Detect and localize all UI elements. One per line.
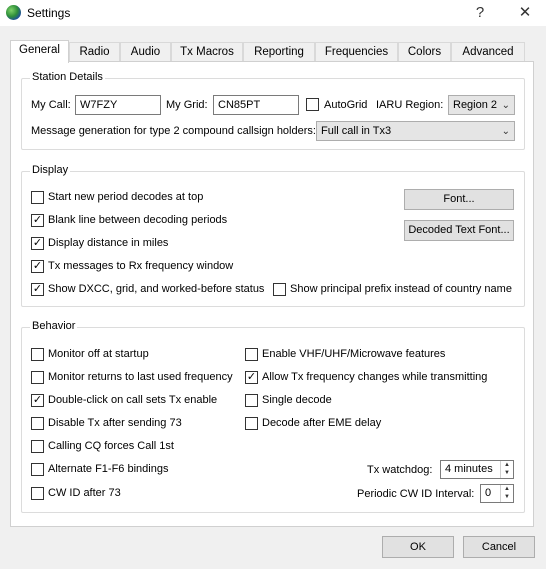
spin-arrows-icon[interactable]: ▲ ▼ [500,461,513,478]
cw-id-after-73-label: CW ID after 73 [48,487,121,499]
help-icon[interactable]: ? [466,2,494,24]
ok-button[interactable]: OK [382,536,454,558]
tx-watchdog-value: 4 minutes [445,463,493,475]
disable-tx-73-label: Disable Tx after sending 73 [48,417,182,429]
allow-tx-freq-checkbox[interactable]: ✓ [245,371,258,384]
cw-id-interval-label: Periodic CW ID Interval: [357,488,475,500]
autogrid-label: AutoGrid [324,99,368,111]
iaru-region-value: Region 2 [453,99,498,111]
tab-colors[interactable]: Colors [398,42,451,62]
tx-to-rx-checkbox[interactable]: ✓ [31,260,44,273]
msg-gen-value: Full call in Tx3 [321,125,392,137]
msg-gen-select[interactable]: Full call in Tx3 ⌄ [316,121,515,141]
display-group: Display Start new period decodes at top … [21,164,525,307]
font-button[interactable]: Font... [404,189,514,210]
decoded-text-font-button[interactable]: Decoded Text Font... [404,220,514,241]
decode-eme-checkbox[interactable] [245,417,258,430]
double-click-tx-label: Double-click on call sets Tx enable [48,394,218,406]
display-title: Display [30,164,71,176]
tab-general[interactable]: General [10,40,69,63]
behavior-title: Behavior [30,320,78,332]
allow-tx-freq-label: Allow Tx frequency changes while transmi… [262,371,488,383]
cancel-button[interactable]: Cancel [463,536,535,558]
tab-advanced[interactable]: Advanced [451,42,525,62]
disable-tx-73-checkbox[interactable] [31,417,44,430]
window-title: Settings [27,6,71,20]
single-decode-checkbox[interactable] [245,394,258,407]
blank-line-label: Blank line between decoding periods [48,214,228,226]
monitor-returns-label: Monitor returns to last used frequency [48,371,233,383]
chevron-down-icon: ⌄ [501,126,510,137]
general-tab-panel: Station Details My Call: W7FZY My Grid: … [10,61,534,527]
my-grid-field[interactable]: CN85PT [213,95,299,115]
distance-miles-label: Display distance in miles [48,237,169,249]
autogrid-checkbox[interactable] [306,98,319,111]
principal-prefix-label: Show principal prefix instead of country… [290,283,512,295]
behavior-group: Behavior Monitor off at startup Monitor … [21,320,525,513]
station-details-title: Station Details [30,71,105,83]
app-globe-icon [6,5,21,20]
tx-watchdog-label: Tx watchdog: [367,464,433,476]
monitor-off-checkbox[interactable] [31,348,44,361]
cw-id-interval-spinbox[interactable]: 0 ▲ ▼ [480,484,514,503]
alternate-f1-f6-checkbox[interactable] [31,463,44,476]
spin-arrows-icon[interactable]: ▲ ▼ [500,485,513,502]
iaru-region-label: IARU Region: [376,99,444,111]
tab-radio[interactable]: Radio [69,42,120,62]
iaru-region-select[interactable]: Region 2 ⌄ [448,95,515,115]
vhf-uhf-label: Enable VHF/UHF/Microwave features [262,348,446,360]
msg-gen-label: Message generation for type 2 compound c… [31,125,316,137]
cw-id-after-73-checkbox[interactable] [31,487,44,500]
monitor-off-label: Monitor off at startup [48,348,149,360]
my-call-field[interactable]: W7FZY [75,95,161,115]
monitor-returns-checkbox[interactable] [31,371,44,384]
tab-reporting[interactable]: Reporting [243,42,315,62]
start-new-period-checkbox[interactable] [31,191,44,204]
start-new-period-label: Start new period decodes at top [48,191,204,203]
calling-cq-checkbox[interactable] [31,440,44,453]
calling-cq-label: Calling CQ forces Call 1st [48,440,174,452]
single-decode-label: Single decode [262,394,332,406]
vhf-uhf-checkbox[interactable] [245,348,258,361]
show-dxcc-checkbox[interactable]: ✓ [31,283,44,296]
double-click-tx-checkbox[interactable]: ✓ [31,394,44,407]
blank-line-checkbox[interactable]: ✓ [31,214,44,227]
tx-watchdog-spinbox[interactable]: 4 minutes ▲ ▼ [440,460,514,479]
my-grid-label: My Grid: [166,99,208,111]
distance-miles-checkbox[interactable]: ✓ [31,237,44,250]
decode-eme-label: Decode after EME delay [262,417,382,429]
station-details-group: Station Details My Call: W7FZY My Grid: … [21,71,525,150]
alternate-f1-f6-label: Alternate F1-F6 bindings [48,463,169,475]
principal-prefix-checkbox[interactable] [273,283,286,296]
tx-to-rx-label: Tx messages to Rx frequency window [48,260,234,272]
cw-id-interval-value: 0 [485,487,492,499]
title-bar: Settings ? ✕ [0,0,546,26]
tab-tx-macros[interactable]: Tx Macros [171,42,243,62]
chevron-down-icon: ⌄ [501,100,510,111]
tab-frequencies[interactable]: Frequencies [315,42,398,62]
my-call-label: My Call: [31,99,71,111]
tab-audio[interactable]: Audio [120,42,171,62]
show-dxcc-label: Show DXCC, grid, and worked-before statu… [48,283,265,295]
close-icon[interactable]: ✕ [511,2,539,24]
